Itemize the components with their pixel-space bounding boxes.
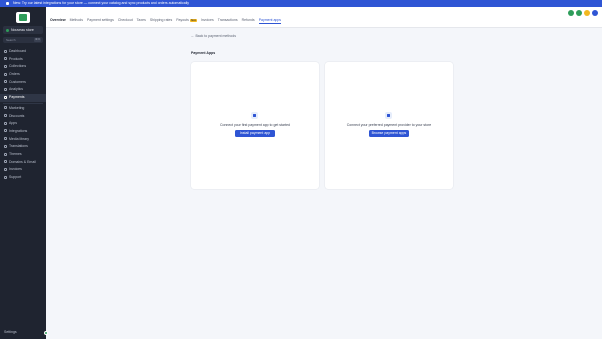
- sidebar-item-label: Translations: [9, 144, 28, 149]
- payment-provider-card: Connect your preferred payment provider …: [325, 62, 453, 189]
- page-title: Payment Apps: [191, 51, 216, 55]
- settings-link[interactable]: Settings: [4, 330, 17, 334]
- chart-icon: [4, 88, 7, 92]
- sidebar-item-label: Analytics: [9, 87, 24, 92]
- sidebar-item-analytics[interactable]: Analytics: [0, 86, 46, 94]
- sidebar-item-dashboard[interactable]: Dashboard: [0, 48, 46, 56]
- tab-refunds[interactable]: Refunds: [242, 18, 255, 22]
- app-icon: [251, 112, 258, 119]
- announcement-bar: New: Try our latest integrations for you…: [0, 0, 602, 7]
- tab-payment-settings[interactable]: Payment settings: [87, 18, 114, 22]
- sidebar-nav-primary: Dashboard Products Collections Orders Cu…: [0, 48, 46, 182]
- sidebar-item-label: Apps: [9, 121, 17, 126]
- sidebar-item-label: Dashboard: [9, 49, 27, 53]
- sidebar-item-label: Payments: [9, 95, 25, 100]
- sidebar-item-customers[interactable]: Customers: [0, 79, 46, 87]
- sidebar-item-label: Integrations: [9, 128, 28, 133]
- tab-invoices[interactable]: Invoices: [201, 18, 214, 22]
- sidebar-item-media-library[interactable]: Media library: [0, 136, 46, 144]
- card-description: Connect your first payment app to get st…: [219, 123, 291, 127]
- sidebar-item-label: Products: [9, 56, 23, 61]
- search-input[interactable]: Search ⌘ K: [3, 37, 43, 43]
- chat-icon[interactable]: [44, 331, 48, 335]
- sidebar-divider: [3, 102, 43, 104]
- sidebar-item-domains[interactable]: Domains & Email: [0, 159, 46, 167]
- info-icon: [6, 1, 9, 5]
- sidebar-item-orders[interactable]: Orders: [0, 71, 46, 79]
- sidebar-item-label: Media library: [9, 136, 30, 141]
- search-placeholder: Search: [6, 38, 16, 42]
- users-icon: [4, 80, 7, 84]
- sidebar-item-label: Collections: [9, 64, 27, 69]
- tab-taxes[interactable]: Taxes: [137, 18, 146, 22]
- folder-icon: [4, 64, 7, 68]
- store-name: Nouveau store: [11, 28, 34, 32]
- sidebar-item-support[interactable]: Support: [0, 174, 46, 182]
- store-status-icon: [6, 28, 9, 32]
- help-icon: [4, 175, 7, 179]
- sidebar-item-collections[interactable]: Collections: [0, 63, 46, 71]
- sidebar-item-label: Support: [9, 175, 22, 179]
- sidebar-item-invoices[interactable]: Invoices: [0, 166, 46, 174]
- box-icon: [4, 57, 7, 61]
- store-preview-icon[interactable]: [576, 10, 582, 16]
- sidebar-item-apps[interactable]: Apps: [0, 120, 46, 128]
- cart-icon: [4, 72, 7, 76]
- palette-icon: [4, 152, 7, 156]
- logo[interactable]: [16, 12, 30, 23]
- browse-payment-apps-button[interactable]: Browse payment apps: [369, 130, 409, 137]
- sidebar-item-label: Invoices: [9, 167, 22, 172]
- tab-transactions[interactable]: Transactions: [218, 18, 238, 22]
- tab-checkout[interactable]: Checkout: [118, 18, 133, 22]
- mail-icon: [4, 160, 7, 164]
- sidebar: Nouveau store Search ⌘ K Dashboard Produ…: [0, 7, 48, 339]
- sidebar-item-translations[interactable]: Translations: [0, 143, 46, 151]
- provider-icon: [385, 112, 392, 119]
- sidebar-item-label: Orders: [9, 72, 20, 77]
- home-icon: [4, 49, 7, 53]
- sidebar-item-label: Domains & Email: [9, 159, 36, 164]
- sidebar-item-label: Discounts: [9, 113, 25, 118]
- image-icon: [4, 137, 7, 141]
- install-payment-app-button[interactable]: Install payment app: [235, 130, 275, 137]
- page-header: Overview Methods Payment settings Checko…: [46, 7, 602, 28]
- globe-icon: [4, 144, 7, 148]
- tag-icon: [4, 114, 7, 118]
- logo-mark-icon: [19, 14, 27, 21]
- tab-overview[interactable]: Overview: [50, 18, 66, 22]
- megaphone-icon: [4, 106, 7, 110]
- sidebar-item-discounts[interactable]: Discounts: [0, 113, 46, 121]
- sidebar-item-label: Customers: [9, 79, 26, 84]
- sidebar-item-themes[interactable]: Themes: [0, 151, 46, 159]
- tab-shipping-rates[interactable]: Shipping rates: [150, 18, 172, 22]
- tab-methods[interactable]: Methods: [70, 18, 83, 22]
- tab-payouts[interactable]: Payouts New: [176, 18, 197, 22]
- sidebar-item-integrations[interactable]: Integrations: [0, 128, 46, 136]
- sidebar-item-label: Themes: [9, 151, 22, 156]
- sidebar-item-products[interactable]: Products: [0, 56, 46, 64]
- notifications-icon[interactable]: [584, 10, 590, 16]
- sidebar-item-label: Marketing: [9, 105, 25, 110]
- sidebar-item-marketing[interactable]: Marketing: [0, 105, 46, 113]
- card-description: Connect your preferred payment provider …: [346, 123, 432, 127]
- new-badge: New: [189, 19, 197, 22]
- plug-icon: [4, 129, 7, 133]
- header-actions: [568, 10, 598, 16]
- status-icon[interactable]: [568, 10, 574, 16]
- grid-icon: [4, 121, 7, 125]
- avatar[interactable]: [592, 10, 598, 16]
- tab-label: Payouts: [176, 18, 189, 22]
- store-switcher[interactable]: Nouveau store: [3, 26, 43, 34]
- search-shortcut: ⌘ K: [34, 38, 41, 42]
- payment-app-card: Connect your first payment app to get st…: [191, 62, 319, 189]
- tab-bar: Overview Methods Payment settings Checko…: [50, 18, 282, 24]
- tab-payment-apps[interactable]: Payment apps: [258, 18, 282, 24]
- announcement-text: New: Try our latest integrations for you…: [12, 1, 190, 5]
- back-link[interactable]: ← Back to payment methods: [191, 34, 236, 38]
- file-icon: [4, 167, 7, 171]
- sidebar-item-payments[interactable]: Payments: [0, 94, 46, 102]
- settings-label: Settings: [4, 330, 17, 334]
- card-icon: [4, 95, 7, 99]
